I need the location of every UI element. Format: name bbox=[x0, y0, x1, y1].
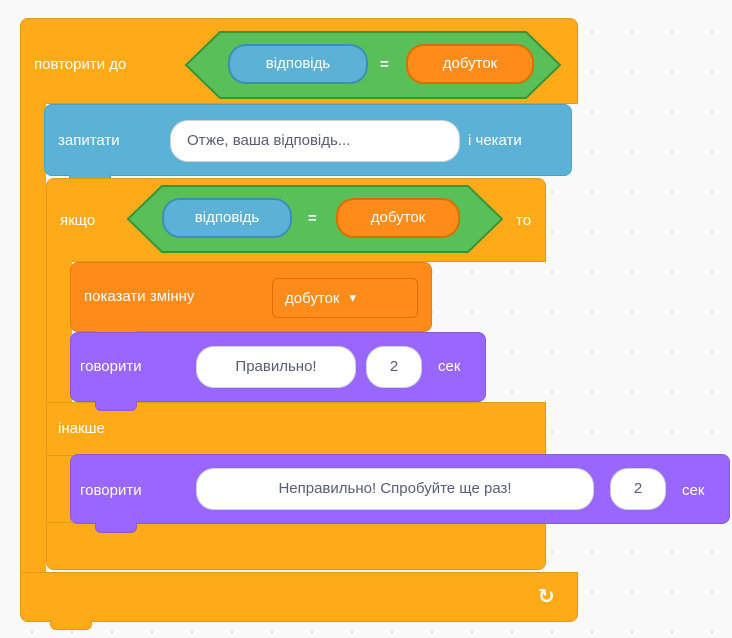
say-correct-unit-label: сек bbox=[438, 358, 461, 375]
repeat-until-label: повторити до bbox=[34, 56, 127, 73]
say-wrong-bottom-notch bbox=[95, 523, 137, 533]
dropdown-caret-icon: ▾ bbox=[349, 290, 356, 305]
product-variable-reporter[interactable]: добуток bbox=[406, 44, 534, 84]
equals-sign: = bbox=[380, 56, 389, 73]
say-wrong-message-input[interactable]: Неправильно! Спробуйте ще раз! bbox=[196, 468, 594, 510]
say-correct-label: говорити bbox=[80, 358, 142, 375]
then-label: то bbox=[516, 212, 532, 229]
say-correct-bottom-notch bbox=[95, 401, 137, 411]
say-wrong-label: говорити bbox=[80, 482, 142, 499]
ask-wait-label: і чекати bbox=[468, 132, 522, 149]
say-correct-message-input[interactable]: Правильно! bbox=[196, 346, 356, 388]
say-wrong-seconds-input[interactable]: 2 bbox=[610, 468, 666, 510]
loop-arrow-icon: ↻ bbox=[538, 586, 555, 608]
ask-question-input[interactable]: Отже, ваша відповідь... bbox=[170, 120, 460, 162]
variable-dropdown-value: добуток bbox=[285, 289, 340, 307]
else-label: інакше bbox=[58, 420, 105, 437]
repeat-bottom-notch bbox=[50, 620, 92, 630]
equals-sign-if: = bbox=[308, 210, 317, 227]
ask-label: запитати bbox=[58, 132, 120, 149]
repeat-until-footer[interactable] bbox=[20, 572, 578, 622]
answer-reporter-if[interactable]: відповідь bbox=[162, 198, 292, 238]
script-workspace[interactable]: повторити до відповідь = добуток запитат… bbox=[0, 0, 732, 638]
if-label: якщо bbox=[60, 212, 96, 229]
product-variable-reporter-if[interactable]: добуток bbox=[336, 198, 460, 238]
show-variable-label: показати змінну bbox=[84, 288, 195, 305]
say-wrong-unit-label: сек bbox=[682, 482, 705, 499]
say-correct-seconds-input[interactable]: 2 bbox=[366, 346, 422, 388]
repeat-until-spine bbox=[20, 100, 46, 590]
answer-reporter[interactable]: відповідь bbox=[228, 44, 368, 84]
variable-dropdown[interactable]: добуток ▾ bbox=[272, 278, 418, 318]
